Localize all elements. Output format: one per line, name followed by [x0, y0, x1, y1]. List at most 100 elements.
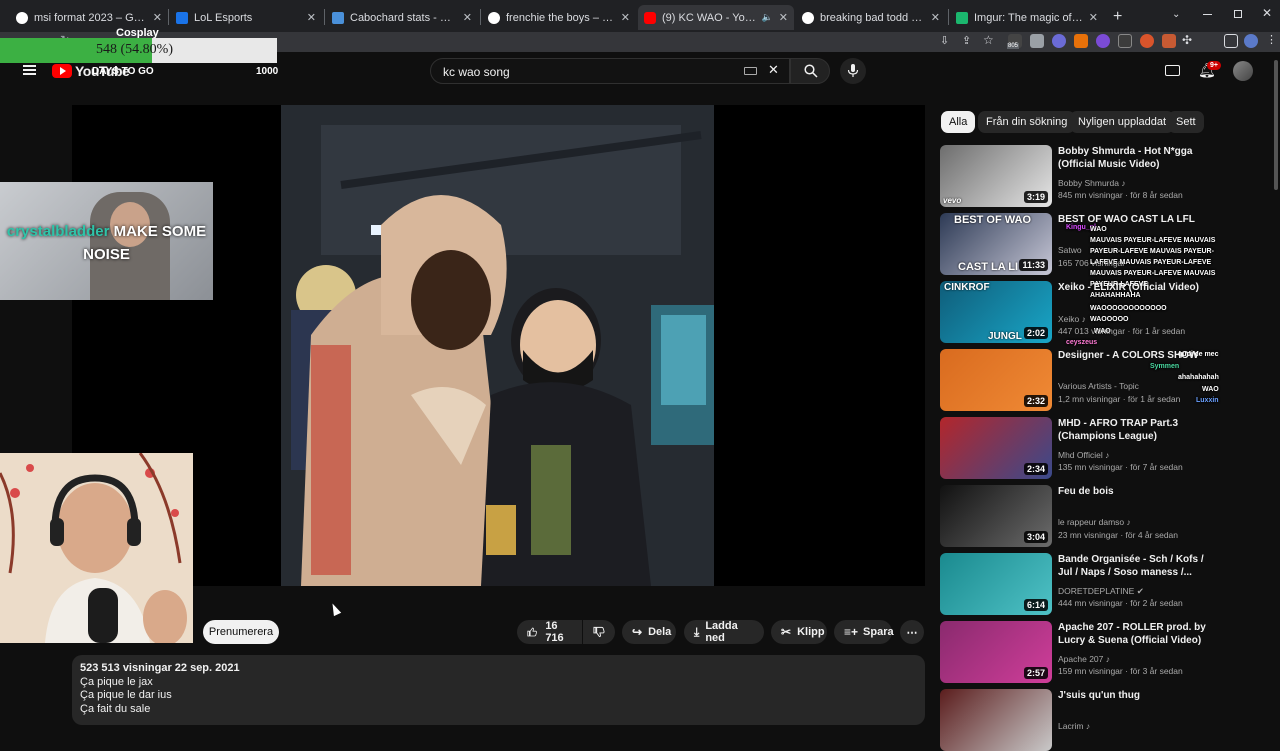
alert-username: crystalbladder	[6, 223, 110, 240]
dislike-button[interactable]	[583, 620, 615, 644]
recommended-video[interactable]: 11:33 BEST OF WAO CAST LA LI BEST OF WAO CA…	[940, 213, 1220, 277]
video-description[interactable]: 523 513 visningar 22 sep. 2021 Ça pique …	[72, 655, 925, 725]
extension-icon[interactable]	[1030, 34, 1044, 48]
speaker-icon[interactable]: 🔈	[762, 12, 773, 23]
video-title[interactable]: Bobby Shmurda - Hot N*gga (Official Musi…	[1058, 145, 1213, 171]
chip-watched[interactable]: Sett	[1168, 111, 1204, 133]
new-tab-button[interactable]: +	[1113, 8, 1122, 26]
side-panel-icon[interactable]	[1224, 34, 1238, 48]
video-thumbnail[interactable]: 3:19 vevo	[940, 145, 1052, 207]
share-icon[interactable]: ⇪	[962, 34, 971, 47]
chip-all[interactable]: Alla	[941, 111, 976, 133]
video-title[interactable]: BEST OF WAO CAST LA LFL	[1058, 213, 1213, 226]
close-tab-icon[interactable]: ✕	[307, 11, 316, 24]
video-title[interactable]: Xeiko - ELIXIR (Official Video)	[1058, 281, 1213, 294]
close-tab-icon[interactable]: ✕	[931, 11, 940, 24]
video-title[interactable]: Bande Organisée - Sch / Kofs / Jul / Nap…	[1058, 553, 1213, 579]
extension-icon[interactable]	[1118, 34, 1132, 48]
profile-icon[interactable]	[1244, 34, 1258, 48]
video-thumbnail[interactable]: 3:04	[940, 485, 1052, 547]
video-thumbnail[interactable]: 2:34	[940, 417, 1052, 479]
clip-button[interactable]: ✂ Klipp	[771, 620, 827, 644]
video-title[interactable]: Feu de bois	[1058, 485, 1213, 498]
minimize-button[interactable]	[1203, 14, 1212, 15]
recommended-video[interactable]: J'suis qu'un thug Lacrim ♪	[940, 689, 1220, 751]
voice-search-button[interactable]	[840, 58, 866, 84]
close-window-button[interactable]: ✕	[1262, 6, 1272, 20]
download-button[interactable]: ⤓ Ladda ned	[684, 620, 764, 644]
recommended-video[interactable]: 6:14 Bande Organisée - Sch / Kofs / Jul /…	[940, 553, 1220, 617]
channel-name[interactable]: Mhd Officiel ♪	[1058, 450, 1109, 460]
tab-search-icon[interactable]: ⌄	[1172, 9, 1180, 20]
video-thumbnail[interactable]: 2:57	[940, 621, 1052, 683]
close-tab-icon[interactable]: ✕	[621, 11, 630, 24]
create-video-icon[interactable]	[1165, 65, 1180, 76]
subscribe-button[interactable]: Prenumerera	[203, 620, 279, 644]
tab-frenchie[interactable]: frenchie the boys – Google Sök ✕	[482, 5, 636, 30]
video-frame[interactable]	[281, 105, 714, 586]
recommended-video[interactable]: 3:19 vevo Bobby Shmurda - Hot N*gga (Offic…	[940, 145, 1220, 209]
extension-icon[interactable]	[1052, 34, 1066, 48]
video-thumbnail[interactable]	[940, 689, 1052, 751]
hamburger-menu-icon[interactable]	[23, 65, 36, 75]
extension-icon[interactable]	[1140, 34, 1154, 48]
close-tab-icon[interactable]: ✕	[153, 11, 162, 24]
recommended-video[interactable]: 2:02 CINKROF JUNGL Xeiko - ELIXIR (Official…	[940, 281, 1220, 345]
channel-name[interactable]: Bobby Shmurda ♪	[1058, 178, 1126, 188]
microphone-icon	[847, 64, 859, 77]
video-title[interactable]: Apache 207 - ROLLER prod. by Lucry & Sue…	[1058, 621, 1213, 647]
extensions-puzzle-icon[interactable]: ✣	[1182, 33, 1192, 47]
account-avatar[interactable]	[1233, 61, 1253, 81]
channel-name[interactable]: DORETDEPLATINE ✔	[1058, 586, 1144, 597]
channel-name[interactable]: Apache 207 ♪	[1058, 654, 1110, 664]
tab-cabochard-stats[interactable]: Cabochard stats - S8 - Games of ✕	[326, 5, 478, 30]
channel-name[interactable]: Various Artists - Topic	[1058, 381, 1139, 391]
recommended-video[interactable]: 2:34 MHD - AFRO TRAP Part.3 (Champions Le…	[940, 417, 1220, 481]
channel-name[interactable]: Xeiko ♪	[1058, 314, 1086, 324]
video-title[interactable]: Desiigner - A COLORS SHOW	[1058, 349, 1213, 362]
video-views-age: 447 013 visningar · för 1 år sedan	[1058, 326, 1186, 336]
chip-recently-uploaded[interactable]: Nyligen uppladdat	[1070, 111, 1175, 133]
video-title[interactable]: J'suis qu'un thug	[1058, 689, 1213, 702]
video-thumbnail[interactable]: 2:02 CINKROF JUNGL	[940, 281, 1052, 343]
close-tab-icon[interactable]: ✕	[1089, 11, 1098, 24]
search-button[interactable]	[790, 58, 830, 84]
video-thumbnail[interactable]: 2:32	[940, 349, 1052, 411]
download-icon: ⤓	[694, 624, 700, 639]
channel-name[interactable]: Satwo	[1058, 245, 1082, 255]
video-thumbnail[interactable]: 11:33 BEST OF WAO CAST LA LI	[940, 213, 1052, 275]
chrome-menu-icon[interactable]: ⋮	[1266, 33, 1277, 46]
scrollbar[interactable]	[1274, 60, 1278, 190]
extension-icon[interactable]	[1096, 34, 1110, 48]
extension-icon[interactable]	[1162, 34, 1176, 48]
close-tab-icon[interactable]: ✕	[779, 11, 788, 24]
chip-from-search[interactable]: Från din sökning	[978, 111, 1076, 133]
like-count: 16 716	[545, 620, 564, 644]
search-input[interactable]: kc wao song	[430, 58, 790, 84]
tab-kc-wao-youtube[interactable]: (9) KC WAO - YouTube 🔈 ✕	[638, 5, 794, 30]
recommended-video[interactable]: 3:04 Feu de bois le rappeur damso ♪ 23 mn v…	[940, 485, 1220, 549]
restore-button[interactable]	[1234, 10, 1242, 18]
recommended-video[interactable]: 2:57 Apache 207 - ROLLER prod. by Lucry &…	[940, 621, 1220, 685]
video-duration: 2:02	[1023, 327, 1048, 339]
install-icon[interactable]: ⇩	[940, 34, 949, 47]
more-actions-button[interactable]: ⋯	[900, 620, 924, 644]
tab-lol-esports[interactable]: LoL Esports ✕	[170, 5, 322, 30]
keyboard-icon[interactable]	[744, 67, 757, 75]
recommended-video[interactable]: 2:32 Desiigner - A COLORS SHOW Various Art…	[940, 349, 1220, 413]
goal-value: 1000	[256, 66, 279, 77]
channel-name[interactable]: Lacrim ♪	[1058, 721, 1090, 731]
video-thumbnail[interactable]: 6:14	[940, 553, 1052, 615]
tab-imgur[interactable]: Imgur: The magic of the Intern ✕	[950, 5, 1104, 30]
channel-name[interactable]: le rappeur damso ♪	[1058, 517, 1131, 527]
tab-breaking-bad[interactable]: breaking bad todd - Sök på Goo ✕	[796, 5, 946, 30]
google-icon	[802, 11, 814, 24]
clear-search-icon[interactable]: ✕	[768, 62, 779, 78]
save-button[interactable]: ≡+ Spara	[834, 620, 894, 644]
close-tab-icon[interactable]: ✕	[463, 11, 472, 24]
extension-icon[interactable]	[1074, 34, 1088, 48]
share-button[interactable]: ↪ Dela	[622, 620, 676, 644]
video-title[interactable]: MHD - AFRO TRAP Part.3 (Champions League…	[1058, 417, 1213, 443]
bookmark-star-icon[interactable]: ☆	[983, 33, 994, 47]
like-button[interactable]: 16 716	[517, 620, 582, 644]
